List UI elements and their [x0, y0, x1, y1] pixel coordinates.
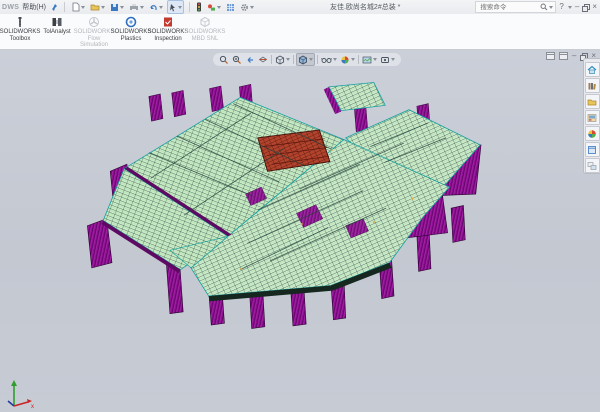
mbd-icon: [199, 16, 211, 28]
title-bar: DWS 帮助(H): [0, 0, 600, 15]
view-settings-icon[interactable]: [379, 54, 396, 65]
addin-label: SOLIDWORKS Plastics: [111, 29, 152, 42]
divider: [317, 55, 318, 64]
heads-up-toolbar: [213, 53, 401, 66]
addin-inspection[interactable]: SOLIDWORKS Inspection: [150, 14, 186, 42]
inspection-icon: [162, 16, 174, 28]
open-button[interactable]: [89, 1, 106, 13]
divider: [293, 55, 294, 64]
divider: [358, 55, 359, 64]
plastics-icon: [125, 16, 137, 28]
solidworks-window: DWS 帮助(H): [0, 0, 600, 412]
search-icon[interactable]: [540, 3, 548, 11]
copy-settings-icon[interactable]: [585, 158, 600, 173]
save-button[interactable]: [109, 1, 125, 13]
previous-view-icon[interactable]: [244, 54, 256, 65]
addin-label: SOLIDWORKS Toolbox: [0, 29, 40, 42]
addin-tolanalyst[interactable]: TolAnalyst: [39, 14, 75, 36]
options-grid-button[interactable]: [225, 1, 236, 13]
minimize-button[interactable]: –: [575, 2, 579, 12]
restore-button[interactable]: [582, 4, 589, 10]
tolanalyst-icon: [51, 16, 63, 28]
rebuild-traffic-light-button[interactable]: [195, 1, 203, 13]
addin-label: SOLIDWORKS MBD SNL: [185, 29, 226, 42]
appearance-button[interactable]: [206, 1, 222, 13]
divider: [189, 2, 190, 12]
help-caret[interactable]: [568, 6, 572, 9]
divider: [64, 2, 65, 12]
window-icon[interactable]: [559, 52, 568, 60]
apply-scene-icon[interactable]: [361, 54, 378, 65]
flow-simulation-icon: [88, 16, 100, 28]
triad-x-label: x: [31, 404, 34, 410]
design-library-icon[interactable]: [585, 78, 600, 93]
print-button[interactable]: [128, 1, 145, 13]
app-logo: DWS: [2, 4, 19, 11]
help-button[interactable]: ?: [559, 2, 563, 12]
custom-properties-icon[interactable]: [585, 142, 600, 157]
document-title: 友佳.欧尚名城2#总装 *: [255, 2, 475, 12]
view-orientation-icon[interactable]: [274, 54, 291, 65]
menu-help[interactable]: 帮助(H): [22, 2, 46, 12]
search-input[interactable]: [478, 3, 540, 12]
search-box: [475, 1, 556, 13]
pin-icon[interactable]: [49, 1, 59, 13]
zoom-to-area-icon[interactable]: [231, 54, 243, 65]
appearances-icon[interactable]: [585, 126, 600, 141]
command-manager: SOLIDWORKS Toolbox TolAnalyst SOLIDWORKS…: [0, 14, 600, 50]
doc-minimize-button[interactable]: –: [572, 51, 576, 60]
section-view-icon[interactable]: [257, 54, 269, 65]
new-button[interactable]: [70, 1, 86, 13]
addin-label: SOLIDWORKS Flow Simulation: [74, 29, 115, 49]
addin-mbd-snl: SOLIDWORKS MBD SNL: [187, 14, 223, 42]
edit-appearance-icon[interactable]: [339, 54, 356, 65]
addin-label: SOLIDWORKS Inspection: [148, 29, 189, 42]
addin-solidworks-toolbox[interactable]: SOLIDWORKS Toolbox: [2, 14, 38, 42]
select-button[interactable]: [167, 0, 184, 14]
addin-plastics[interactable]: SOLIDWORKS Plastics: [113, 14, 149, 42]
addin-flow-simulation: SOLIDWORKS Flow Simulation: [76, 14, 112, 49]
zoom-to-fit-icon[interactable]: [218, 54, 230, 65]
divider: [271, 55, 272, 64]
task-pane: [583, 58, 600, 174]
settings-gear-button[interactable]: [239, 1, 255, 13]
formwork-3d-model[interactable]: [0, 50, 600, 412]
view-palette-icon[interactable]: [585, 110, 600, 125]
search-scope-caret[interactable]: [549, 6, 553, 9]
graphics-area[interactable]: – ×: [0, 50, 600, 412]
window-icon[interactable]: [546, 52, 555, 60]
reference-triad: x: [2, 376, 36, 410]
close-button[interactable]: ×: [592, 2, 597, 12]
undo-button[interactable]: [148, 1, 164, 13]
home-icon[interactable]: [585, 62, 600, 77]
hide-show-items-icon[interactable]: [320, 54, 338, 65]
toolbox-icon: [14, 16, 26, 28]
addin-label: TolAnalyst: [43, 29, 70, 36]
display-style-icon[interactable]: [296, 53, 315, 66]
file-explorer-icon[interactable]: [585, 94, 600, 109]
